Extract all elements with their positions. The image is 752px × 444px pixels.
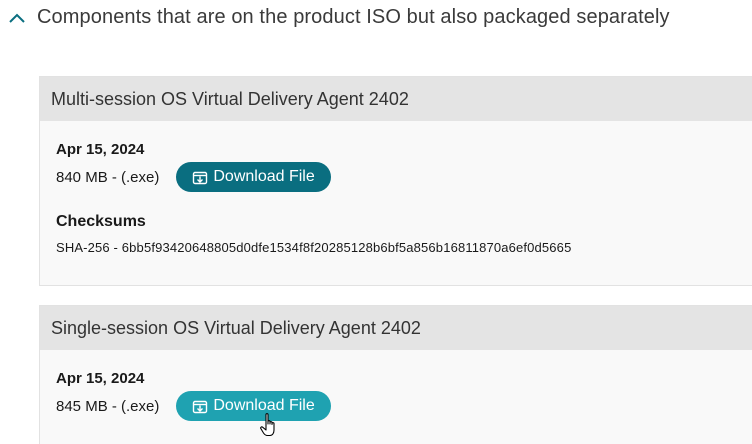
download-box-icon: [192, 169, 208, 185]
card-title: Multi-session OS Virtual Delivery Agent …: [40, 77, 752, 121]
card-body: Apr 15, 2024 845 MB - (.exe) Download Fi…: [40, 350, 752, 444]
download-box-icon: [192, 398, 208, 414]
checksum-sha256: SHA-256 - 6bb5f93420648805d0dfe1534f8f20…: [56, 240, 572, 255]
section-title: Components that are on the product ISO b…: [37, 6, 670, 28]
release-date: Apr 15, 2024: [56, 370, 145, 387]
download-button-label: Download File: [213, 397, 315, 414]
file-size: 845 MB - (.exe): [56, 397, 160, 415]
card-title: Single-session OS Virtual Delivery Agent…: [40, 306, 752, 350]
download-button-label: Download File: [213, 168, 315, 185]
download-card-single-session: Single-session OS Virtual Delivery Agent…: [39, 305, 752, 444]
download-card-multi-session: Multi-session OS Virtual Delivery Agent …: [39, 76, 752, 286]
file-size: 840 MB - (.exe): [56, 168, 160, 186]
download-file-button[interactable]: Download File: [176, 162, 331, 192]
section-toggle[interactable]: Components that are on the product ISO b…: [6, 6, 670, 29]
size-row: 840 MB - (.exe) Download File: [56, 162, 752, 192]
download-file-button[interactable]: Download File: [176, 391, 331, 421]
release-date: Apr 15, 2024: [56, 141, 145, 158]
checksums-label: Checksums: [56, 213, 146, 230]
chevron-up-icon[interactable]: [6, 7, 28, 29]
card-body: Apr 15, 2024 840 MB - (.exe) Download Fi…: [40, 121, 752, 285]
size-row: 845 MB - (.exe) Download File: [56, 391, 752, 421]
page: Components that are on the product ISO b…: [0, 0, 752, 444]
